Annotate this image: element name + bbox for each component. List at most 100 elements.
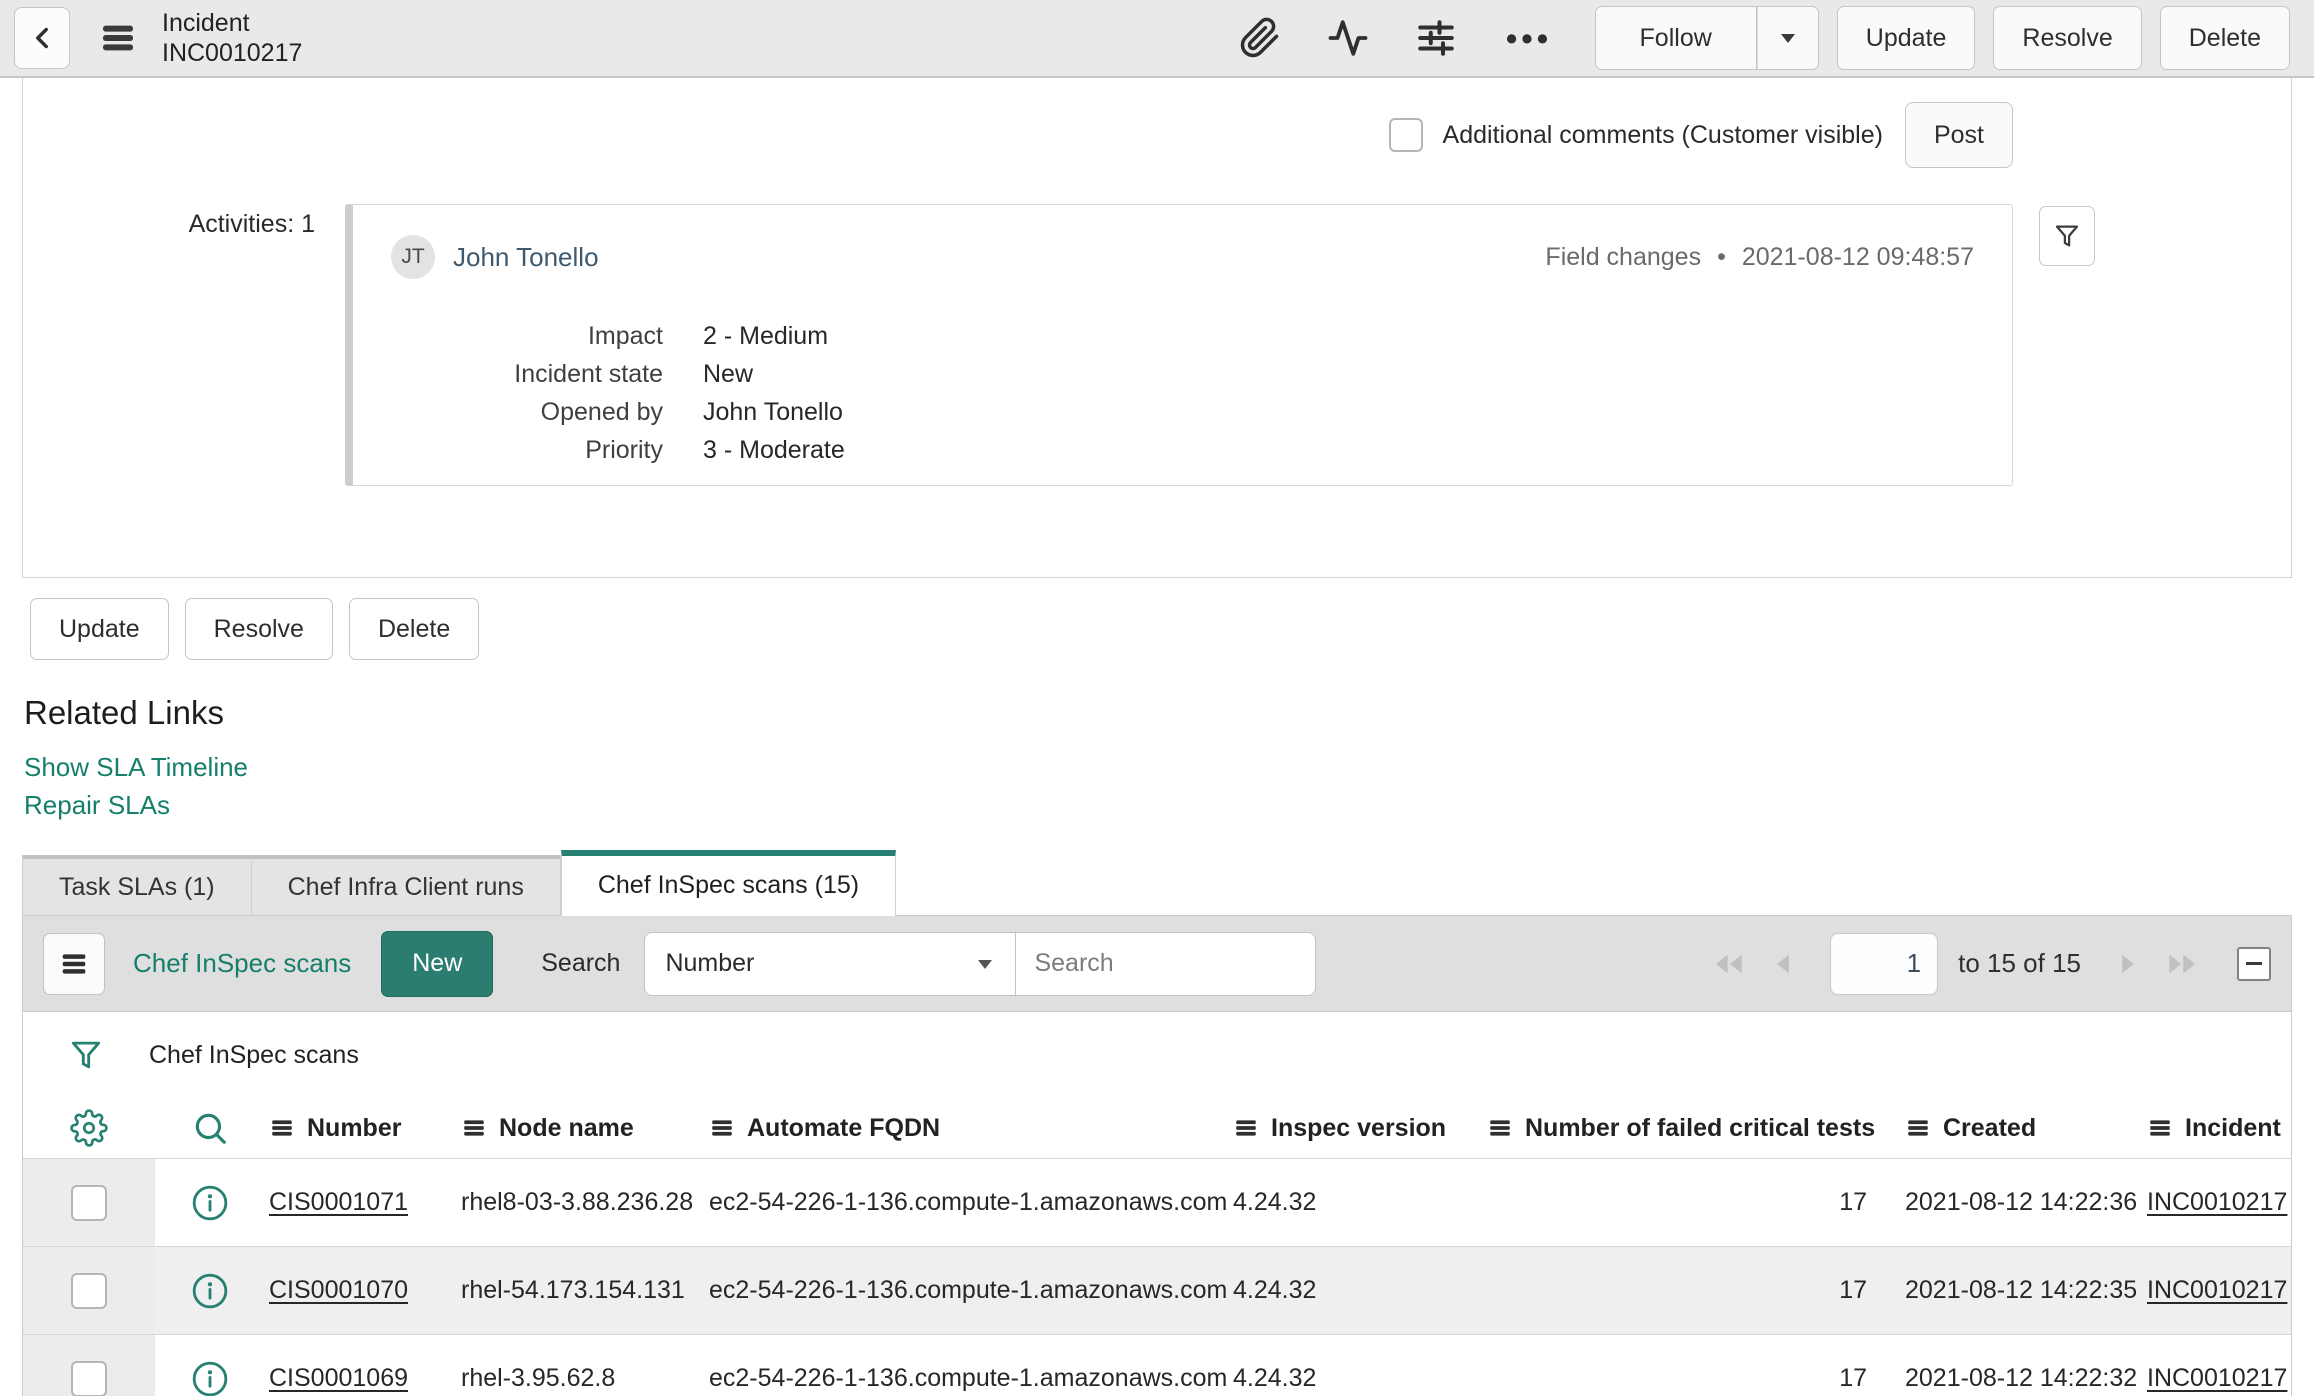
activity-author[interactable]: John Tonello xyxy=(453,242,599,273)
column-label: Automate FQDN xyxy=(747,1113,941,1142)
list-search-input[interactable] xyxy=(1016,931,1317,996)
created-cell: 2021-08-12 14:22:35 xyxy=(1905,1276,2138,1304)
attachment-icon[interactable] xyxy=(1239,17,1281,59)
follow-split-button: Follow xyxy=(1594,6,1819,70)
minimize-list-button[interactable] xyxy=(2237,946,2271,981)
page-number-input[interactable] xyxy=(1830,932,1939,995)
more-options-icon[interactable] xyxy=(1503,17,1551,59)
failed-tests-cell: 17 xyxy=(1839,1188,1867,1216)
node-name-cell: rhel8-03-3.88.236.28 xyxy=(461,1188,694,1216)
column-header-number[interactable]: Number xyxy=(265,1114,457,1143)
column-label: Incident xyxy=(2185,1113,2281,1142)
related-links-title: Related Links xyxy=(24,694,224,731)
record-preview-info-icon[interactable] xyxy=(155,1247,265,1334)
column-label: Number of failed critical tests xyxy=(1525,1113,1876,1142)
column-header-created[interactable]: Created xyxy=(1881,1114,2143,1143)
new-record-button[interactable]: New xyxy=(381,930,494,997)
column-label: Created xyxy=(1943,1113,2037,1142)
column-header-incident[interactable]: Incident xyxy=(2143,1114,2291,1143)
field-value: John Tonello xyxy=(703,398,843,426)
post-button[interactable]: Post xyxy=(1904,102,2013,168)
automate-fqdn-cell: ec2-54-226-1-136.compute-1.amazonaws.com xyxy=(709,1188,1228,1216)
column-label: Inspec version xyxy=(1271,1113,1447,1142)
inspec-version-cell: 4.24.32 xyxy=(1233,1276,1317,1304)
record-preview-info-icon[interactable] xyxy=(155,1335,265,1396)
incident-link[interactable]: INC0010217 xyxy=(2147,1188,2287,1216)
next-page-icon[interactable] xyxy=(2115,950,2141,978)
field-label: Opened by xyxy=(540,398,663,426)
column-label: Node name xyxy=(499,1113,634,1142)
row-checkbox[interactable] xyxy=(71,1360,107,1396)
hamburger-icon xyxy=(98,18,138,58)
avatar: JT xyxy=(391,235,435,279)
activity-entry-card: JT John Tonello Field changes • 2021-08-… xyxy=(345,204,2013,486)
column-header-failed-critical-tests[interactable]: Number of failed critical tests xyxy=(1483,1114,1881,1143)
inspec-version-cell: 4.24.32 xyxy=(1233,1188,1317,1216)
activity-stream-icon[interactable] xyxy=(1327,17,1369,59)
context-menu-button[interactable] xyxy=(98,18,138,58)
search-field-select[interactable]: Number xyxy=(644,931,1017,996)
column-header-automate-fqdn[interactable]: Automate FQDN xyxy=(705,1114,1229,1143)
activity-filter-button[interactable] xyxy=(2039,206,2095,266)
chef-inspec-scans-list: Chef InSpec scans New Search Number to 1… xyxy=(22,915,2292,1396)
previous-page-icon[interactable] xyxy=(1770,950,1796,978)
pagination-range-text: to 15 of 15 xyxy=(1958,948,2081,978)
record-preview-info-icon[interactable] xyxy=(155,1159,265,1246)
column-menu-icon xyxy=(1487,1115,1513,1141)
tab-chef-inspec-scans[interactable]: Chef InSpec scans (15) xyxy=(560,850,897,916)
table-row: CIS0001071 rhel8-03-3.88.236.28 ec2-54-2… xyxy=(23,1158,2291,1246)
created-cell: 2021-08-12 14:22:32 xyxy=(1905,1364,2138,1392)
resolve-button[interactable]: Resolve xyxy=(184,598,333,660)
node-name-cell: rhel-3.95.62.8 xyxy=(461,1364,616,1392)
scan-number-link[interactable]: CIS0001070 xyxy=(269,1276,408,1304)
list-context-menu-button[interactable] xyxy=(43,932,105,995)
automate-fqdn-cell: ec2-54-226-1-136.compute-1.amazonaws.com xyxy=(709,1276,1228,1304)
delete-button-header[interactable]: Delete xyxy=(2159,6,2290,70)
scan-number-link[interactable]: CIS0001071 xyxy=(269,1188,408,1216)
list-toolbar: Chef InSpec scans New Search Number to 1… xyxy=(23,916,2291,1012)
row-checkbox[interactable] xyxy=(71,1272,107,1309)
show-sla-timeline-link[interactable]: Show SLA Timeline xyxy=(24,752,248,782)
column-header-inspec-version[interactable]: Inspec version xyxy=(1229,1114,1483,1143)
bullet-separator: • xyxy=(1717,242,1726,271)
activity-timestamp: 2021-08-12 09:48:57 xyxy=(1741,242,1974,271)
form-activity-section: Additional comments (Customer visible) P… xyxy=(22,78,2292,578)
follow-button[interactable]: Follow xyxy=(1594,6,1757,70)
update-button[interactable]: Update xyxy=(30,598,169,660)
incident-link[interactable]: INC0010217 xyxy=(2147,1364,2287,1392)
scan-number-link[interactable]: CIS0001069 xyxy=(269,1364,408,1392)
caret-down-icon xyxy=(975,954,995,974)
list-header-row: Number Node name Automate FQDN Inspec ve… xyxy=(23,1098,2291,1158)
column-label: Number xyxy=(307,1113,402,1142)
field-change-row: Priority 3 - Moderate xyxy=(391,431,1974,469)
record-title: Incident INC0010217 xyxy=(162,8,302,69)
back-button[interactable] xyxy=(14,7,70,69)
incident-link[interactable]: INC0010217 xyxy=(2147,1276,2287,1304)
personalize-form-icon[interactable] xyxy=(1415,17,1457,59)
tab-task-slas[interactable]: Task SLAs (1) xyxy=(22,855,252,915)
update-button-header[interactable]: Update xyxy=(1836,6,1976,70)
filter-funnel-icon[interactable] xyxy=(67,1035,105,1075)
field-changes-list: Impact 2 - Medium Incident state New Ope… xyxy=(391,317,1974,469)
field-label: Impact xyxy=(587,322,663,350)
funnel-icon xyxy=(2052,220,2082,252)
last-page-icon[interactable] xyxy=(2161,950,2201,978)
follow-dropdown-button[interactable] xyxy=(1756,6,1819,70)
column-menu-icon xyxy=(269,1115,295,1141)
customer-visible-checkbox[interactable] xyxy=(1388,118,1423,152)
resolve-button-header[interactable]: Resolve xyxy=(1993,6,2142,70)
hamburger-icon xyxy=(57,947,91,981)
delete-button[interactable]: Delete xyxy=(348,598,480,660)
list-breadcrumb[interactable]: Chef InSpec scans xyxy=(149,1041,359,1070)
field-value: 3 - Moderate xyxy=(703,436,845,464)
repair-slas-link[interactable]: Repair SLAs xyxy=(24,790,170,820)
row-checkbox[interactable] xyxy=(71,1184,107,1221)
column-header-node-name[interactable]: Node name xyxy=(457,1114,705,1143)
first-page-icon[interactable] xyxy=(1710,950,1750,978)
additional-comments-label: Additional comments (Customer visible) xyxy=(1442,120,1883,149)
column-search-icon[interactable] xyxy=(155,1098,265,1158)
personalize-columns-gear-icon[interactable] xyxy=(23,1098,155,1158)
form-buttons-row: Update Resolve Delete xyxy=(30,598,2314,660)
search-field-value: Number xyxy=(665,949,755,977)
tab-chef-infra-client-runs[interactable]: Chef Infra Client runs xyxy=(251,855,561,915)
